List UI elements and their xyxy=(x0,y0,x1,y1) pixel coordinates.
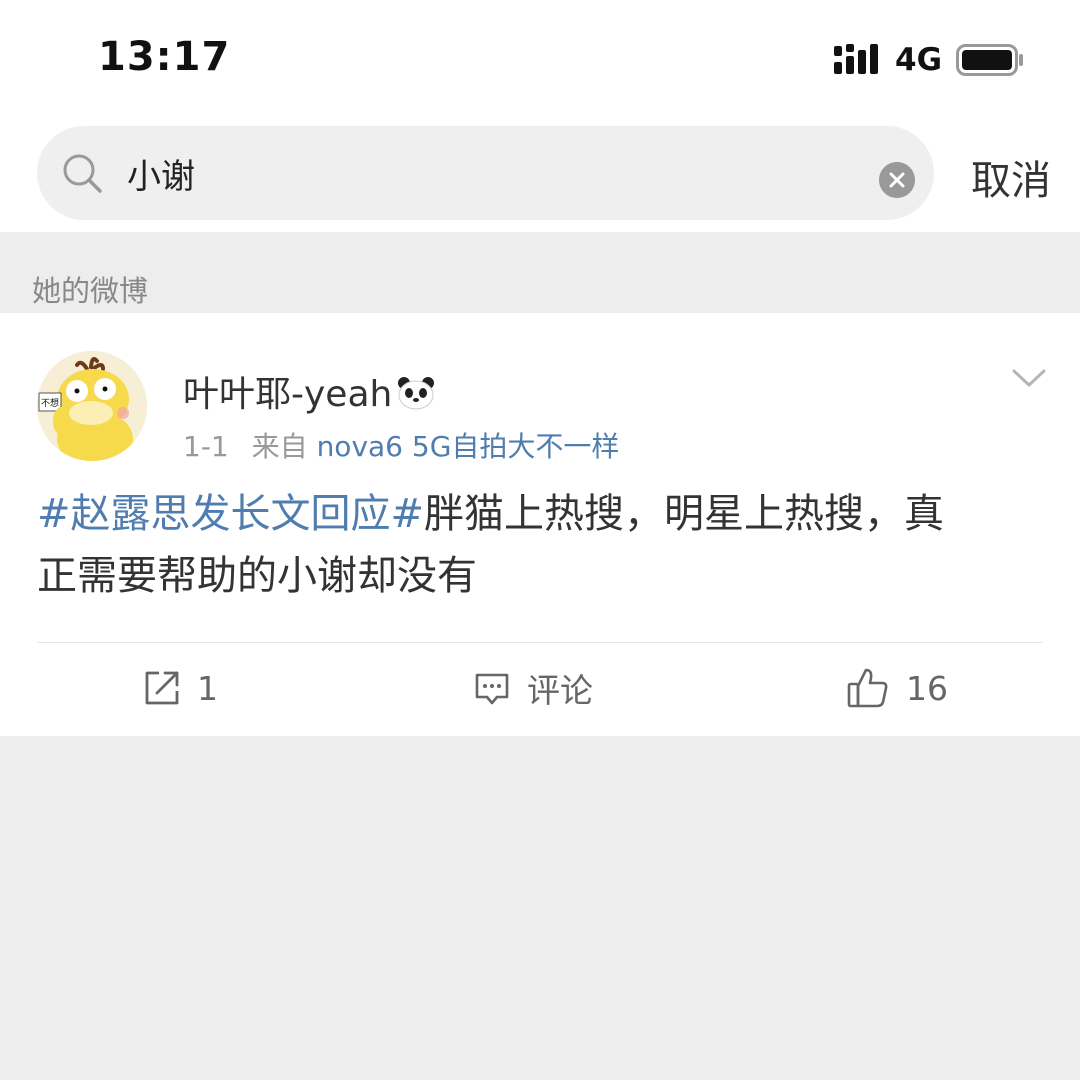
comment-icon xyxy=(475,673,509,705)
section-label: 她的微博 xyxy=(32,274,149,308)
panda-icon xyxy=(398,377,435,410)
cancel-button[interactable]: 取消 xyxy=(971,148,1051,206)
network-label: 4G xyxy=(895,42,943,78)
hashtag-link[interactable]: #赵露思发长文回应# xyxy=(37,491,424,537)
repost-count: 1 xyxy=(197,668,218,708)
post-card[interactable]: 不想 叶叶耶-yeah 1-1 来自 nova6 5G自拍大不一样 #赵露思发长… xyxy=(0,313,1080,736)
thumbs-up-icon xyxy=(847,668,888,708)
signal-icon xyxy=(834,44,878,74)
avatar-sign-text: 不想 xyxy=(41,397,59,409)
post-text-line1: 胖猫上热搜，明星上热搜，真 xyxy=(424,491,945,537)
username-text[interactable]: 叶叶耶-yeah xyxy=(183,374,392,415)
avatar[interactable]: 不想 xyxy=(37,351,147,461)
psyduck-avatar-image: 不想 xyxy=(37,351,147,461)
repost-button[interactable]: 1 xyxy=(143,653,218,723)
search-icon xyxy=(63,154,102,193)
chevron-down-icon[interactable] xyxy=(1012,367,1046,389)
comment-button[interactable]: 评论 xyxy=(473,653,593,723)
comment-label: 评论 xyxy=(527,671,593,710)
repost-icon xyxy=(145,671,179,705)
search-header: 取消 xyxy=(0,118,1080,232)
post-text-line2: 正需要帮助的小谢却没有 xyxy=(37,553,477,599)
post-date: 1-1 xyxy=(183,430,229,463)
status-bar: 13:17 4G xyxy=(0,0,1080,118)
post-meta: 1-1 来自 nova6 5G自拍大不一样 xyxy=(183,425,619,465)
post-text: #赵露思发长文回应#胖猫上热搜，明星上热搜，真 正需要帮助的小谢却没有 xyxy=(37,483,1037,607)
like-count: 16 xyxy=(906,668,948,708)
username[interactable]: 叶叶耶-yeah xyxy=(183,365,436,417)
status-time: 13:17 xyxy=(98,34,231,80)
battery-icon xyxy=(956,44,1023,76)
like-button[interactable]: 16 xyxy=(846,653,948,723)
search-input[interactable] xyxy=(127,148,827,198)
search-box[interactable] xyxy=(37,126,934,220)
clear-icon[interactable] xyxy=(879,162,915,198)
post-source-prefix: 来自 xyxy=(251,430,308,463)
post-source[interactable]: nova6 5G自拍大不一样 xyxy=(317,430,620,463)
card-divider xyxy=(37,642,1043,643)
